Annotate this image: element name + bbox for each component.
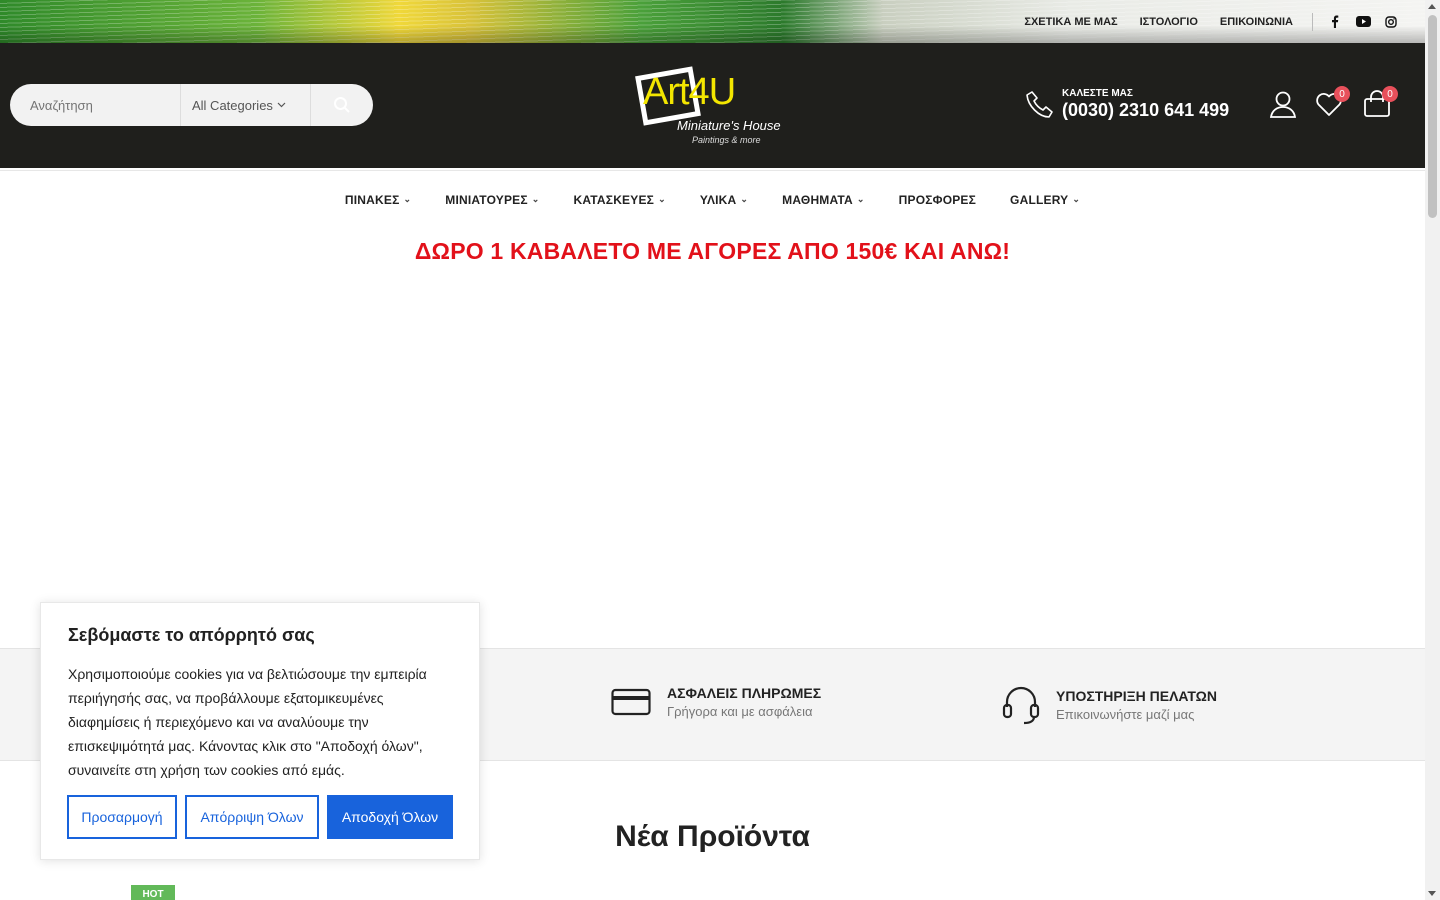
nav-item-label: GALLERY xyxy=(1010,192,1069,207)
cookie-title: Σεβόμαστε το απόρρητό σας xyxy=(68,625,315,645)
facebook-icon[interactable] xyxy=(1321,15,1349,28)
cookie-customize-button[interactable]: Προσαρμογή xyxy=(67,795,177,839)
scroll-up-arrow-icon[interactable] xyxy=(1428,4,1436,9)
cookie-consent-banner: Σεβόμαστε το απόρρητό σας Χρησιμοποιούμε… xyxy=(40,602,480,860)
cookie-body: Χρησιμοποιούμε cookies για να βελτιώσουμ… xyxy=(68,666,427,778)
divider xyxy=(1312,12,1313,31)
search-icon xyxy=(334,97,350,113)
chevron-down-icon: ⌄ xyxy=(740,194,749,204)
contact-phone[interactable]: ΚΑΛΕΣΤΕ ΜΑΣ (0030) 2310 641 499 xyxy=(1024,88,1229,121)
account-button[interactable] xyxy=(1268,89,1298,124)
headset-icon xyxy=(1002,686,1040,725)
cart-button[interactable]: 0 xyxy=(1362,86,1398,124)
phone-icon xyxy=(1026,90,1053,118)
site-header: All Categories Art4U Miniature's House P… xyxy=(0,43,1425,168)
wishlist-button[interactable]: 0 xyxy=(1314,86,1350,124)
category-select-label: All Categories xyxy=(192,97,273,113)
scroll-down-arrow-icon[interactable] xyxy=(1428,891,1436,896)
top-link-blog[interactable]: ΙΣΤΟΛΟΓΙΟ xyxy=(1129,16,1209,28)
logo-tagline: Miniature's House xyxy=(677,118,781,133)
cookie-reject-button[interactable]: Απόρριψη Όλων xyxy=(185,795,319,839)
hot-badge: HOT xyxy=(131,885,175,900)
wishlist-count-badge: 0 xyxy=(1334,86,1350,102)
top-link-about[interactable]: ΣΧΕΤΙΚΑ ΜΕ ΜΑΣ xyxy=(1013,16,1128,28)
page-scrollbar[interactable] xyxy=(1425,0,1440,900)
cart-count-badge: 0 xyxy=(1382,86,1398,102)
nav-item-label: ΥΛΙΚΑ xyxy=(699,192,737,207)
nav-item-label: ΠΡΟΣΦΟΡΕΣ xyxy=(898,192,977,207)
nav-item-label: ΜΑΘΗΜΑΤΑ xyxy=(782,192,853,207)
chevron-down-icon: ⌄ xyxy=(856,194,865,204)
contact-label: ΚΑΛΕΣΤΕ ΜΑΣ xyxy=(1062,88,1133,99)
nav-item-prosfores[interactable]: ΠΡΟΣΦΟΡΕΣ xyxy=(882,193,993,207)
chevron-down-icon: ⌄ xyxy=(1072,194,1081,204)
nav-item-mathimata[interactable]: ΜΑΘΗΜΑΤΑ ⌄ xyxy=(765,193,881,207)
scrollbar-thumb[interactable] xyxy=(1428,15,1437,218)
site-logo[interactable]: Art4U Miniature's House Paintings & more xyxy=(635,63,792,149)
main-nav: ΠΙΝΑΚΕΣ ⌄ ΜΙΝΙΑΤΟΥΡΕΣ ⌄ ΚΑΤΑΣΚΕΥΕΣ ⌄ ΥΛΙΚΑ ⌄… xyxy=(0,170,1425,228)
category-select[interactable]: All Categories xyxy=(180,84,310,126)
chevron-down-icon xyxy=(277,102,286,108)
feature-customer-support: ΥΠΟΣΤΗΡΙΞΗ ΠΕΛΑΤΩΝ Επικοινωνήστε μαζί μα… xyxy=(1002,685,1217,725)
nav-item-kataskeves[interactable]: ΚΑΤΑΣΚΕΥΕΣ ⌄ xyxy=(557,193,683,207)
nav-item-label: ΠΙΝΑΚΕΣ xyxy=(344,192,400,207)
feature-title: ΥΠΟΣΤΗΡΙΞΗ ΠΕΛΑΤΩΝ xyxy=(1056,688,1218,704)
search-input[interactable] xyxy=(10,84,180,126)
user-icon xyxy=(1269,91,1297,118)
nav-item-miniatoures[interactable]: ΜΙΝΙΑΤΟΥΡΕΣ ⌄ xyxy=(428,193,556,207)
youtube-icon[interactable] xyxy=(1349,16,1377,27)
cookie-accept-button[interactable]: Αποδοχή Όλων xyxy=(327,795,453,839)
top-bar: ΣΧΕΤΙΚΑ ΜΕ ΜΑΣ ΙΣΤΟΛΟΓΙΟ ΕΠΙΚΟΙΝΩΝΙΑ xyxy=(0,0,1425,43)
promo-banner: ΔΩΡΟ 1 ΚΑΒΑΛΕΤΟ ΜΕ ΑΓΟΡΕΣ ΑΠΟ 150€ ΚΑΙ Α… xyxy=(414,238,1011,264)
feature-secure-payments: ΑΣΦΑΛΕΙΣ ΠΛΗΡΩΜΕΣ Γρήγορα και με ασφάλει… xyxy=(611,685,821,719)
credit-card-icon xyxy=(611,688,651,716)
nav-item-label: ΚΑΤΑΣΚΕΥΕΣ xyxy=(573,192,655,207)
instagram-icon[interactable] xyxy=(1377,15,1405,28)
nav-item-gallery[interactable]: GALLERY ⌄ xyxy=(993,193,1097,207)
cookie-buttons: Προσαρμογή Απόρριψη Όλων Αποδοχή Όλων xyxy=(67,795,453,839)
contact-number: (0030) 2310 641 499 xyxy=(1062,100,1230,120)
logo-brand: Art4U xyxy=(643,71,736,113)
search-bar: All Categories xyxy=(10,84,373,126)
chevron-down-icon: ⌄ xyxy=(658,194,666,204)
feature-desc: Επικοινωνήστε μαζί μας xyxy=(1056,707,1195,722)
chevron-down-icon: ⌄ xyxy=(531,194,540,204)
feature-desc: Γρήγορα και με ασφάλεια xyxy=(667,704,813,719)
nav-item-ylika[interactable]: ΥΛΙΚΑ ⌄ xyxy=(683,193,765,207)
search-button[interactable] xyxy=(310,84,373,126)
chevron-down-icon: ⌄ xyxy=(403,194,412,204)
logo-subtagline: Paintings & more xyxy=(692,135,761,145)
top-link-contact[interactable]: ΕΠΙΚΟΙΝΩΝΙΑ xyxy=(1209,16,1304,28)
nav-item-label: ΜΙΝΙΑΤΟΥΡΕΣ xyxy=(445,192,528,207)
top-links: ΣΧΕΤΙΚΑ ΜΕ ΜΑΣ ΙΣΤΟΛΟΓΙΟ ΕΠΙΚΟΙΝΩΝΙΑ xyxy=(1013,0,1405,43)
nav-item-pinakes[interactable]: ΠΙΝΑΚΕΣ ⌄ xyxy=(328,193,428,207)
feature-title: ΑΣΦΑΛΕΙΣ ΠΛΗΡΩΜΕΣ xyxy=(667,685,822,701)
